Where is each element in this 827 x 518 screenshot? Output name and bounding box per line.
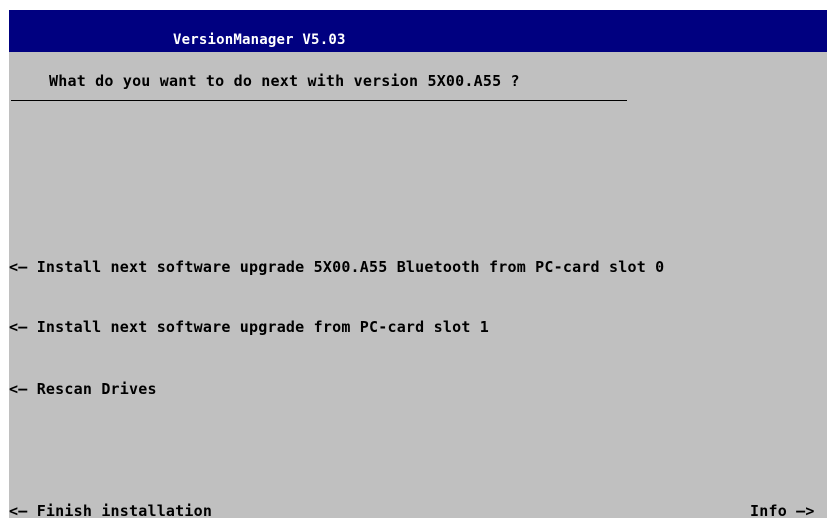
window-title: VersionManager V5.03 <box>173 32 346 48</box>
option-label: Install next software upgrade from PC-ca… <box>36 318 490 336</box>
left-arrow-icon: <— <box>9 380 28 398</box>
question-underline <box>11 100 627 101</box>
left-arrow-icon: <— <box>9 258 28 276</box>
finish-installation-option[interactable]: <— Finish installation <box>9 502 212 518</box>
version-manager-screen: VersionManager V5.03 What do you want to… <box>9 10 827 518</box>
prompt-question: What do you want to do next with version… <box>49 72 520 90</box>
option-label: Finish installation <box>36 502 213 518</box>
install-slot1-option[interactable]: <— Install next software upgrade from PC… <box>9 318 489 336</box>
rescan-drives-option[interactable]: <— Rescan Drives <box>9 380 157 398</box>
left-arrow-icon: <— <box>9 318 28 336</box>
info-label: Info <box>750 502 787 518</box>
right-arrow-icon: —> <box>796 502 815 518</box>
option-label: Install next software upgrade 5X00.A55 B… <box>36 258 665 276</box>
title-bar: VersionManager V5.03 <box>9 10 827 52</box>
option-label: Rescan Drives <box>36 380 157 398</box>
left-arrow-icon: <— <box>9 502 28 518</box>
info-option[interactable]: Info —> <box>750 502 815 518</box>
install-slot0-option[interactable]: <— Install next software upgrade 5X00.A5… <box>9 258 664 276</box>
